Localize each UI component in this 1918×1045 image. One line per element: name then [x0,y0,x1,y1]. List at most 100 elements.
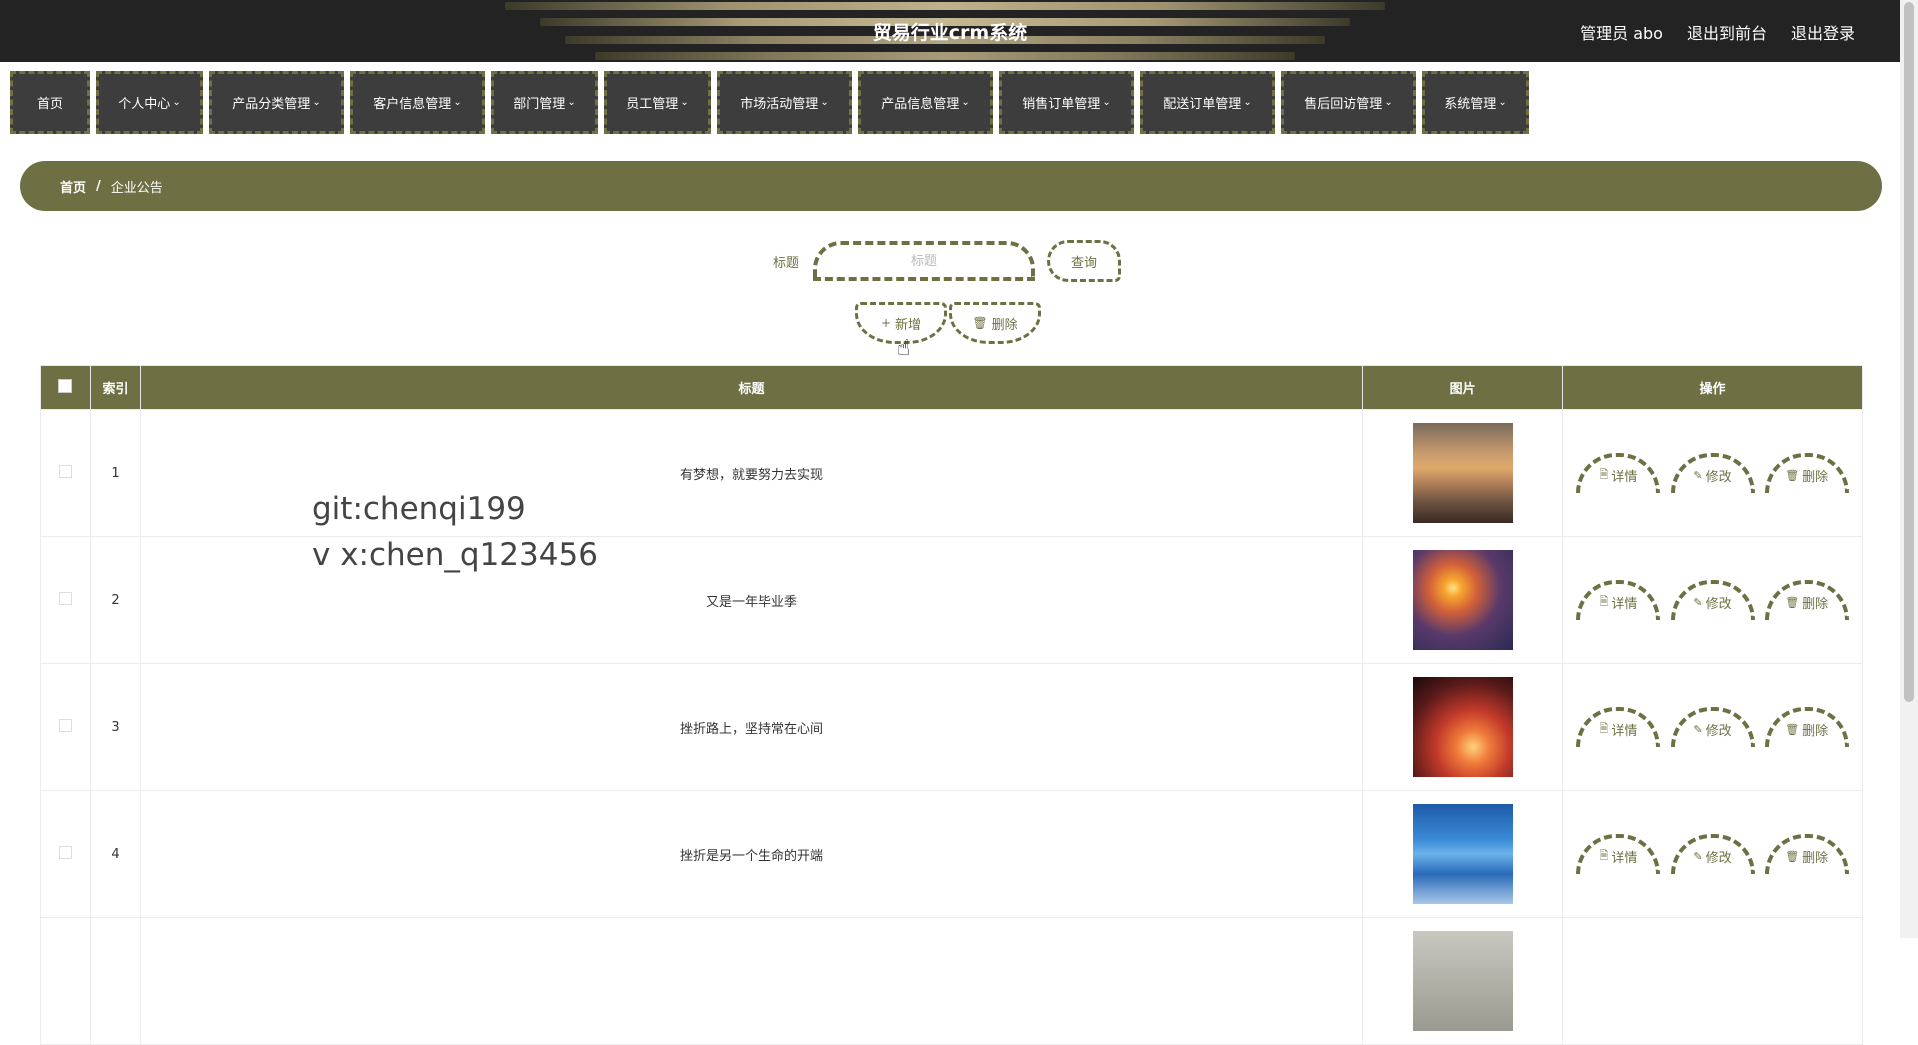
row-check-cell [40,536,91,664]
row-delete-button[interactable]: 🗑 删除 [1764,580,1849,620]
row-index: 2 [89,536,141,664]
pencil-icon: ✎ [1693,722,1703,736]
row-image[interactable] [1412,677,1513,777]
exit-to-front-link[interactable]: 退出到前台 [1687,20,1767,44]
top-header-bar: 贸易行业crm系统 管理员 abo 退出到前台 退出登录 [0,0,1900,62]
delete-button-label: 删除 [1802,723,1829,739]
chevron-down-icon: ⌄ [961,97,970,108]
breadcrumb-current: 企业公告 [110,180,163,196]
row-image-cell [1362,663,1564,791]
table-header-row: 索引 标题 图片 操作 [40,365,1863,410]
row-image[interactable] [1412,804,1513,904]
row-index: 3 [89,663,141,791]
nav-item-department[interactable]: 部门管理 ⌄ [491,71,598,134]
chevron-down-icon: ⌄ [312,97,321,108]
page-scrollbar[interactable] [1900,0,1918,938]
nav-item-personal-center[interactable]: 个人中心 ⌄ [96,71,203,134]
nav-item-label: 系统管理 [1444,97,1497,112]
detail-button[interactable]: 🗎 详情 [1576,453,1661,493]
row-delete-button[interactable]: 🗑 删除 [1764,707,1849,747]
row-checkbox[interactable] [58,718,72,732]
row-image[interactable] [1412,931,1513,1031]
row-checkbox[interactable] [58,464,72,478]
document-icon: 🗎 [1599,594,1609,608]
logout-link[interactable]: 退出登录 [1791,20,1855,44]
query-button[interactable]: 查询 [1047,240,1121,282]
table-row: 4 挫折是另一个生命的开端 🗎 详情 ✎ 修改 🗑 删除 [40,790,1863,918]
row-checkbox[interactable] [58,591,72,605]
breadcrumb-separator: / [96,178,101,194]
row-image-cell [1362,917,1564,1045]
nav-item-system[interactable]: 系统管理 ⌄ [1422,71,1529,134]
nav-item-sales-order[interactable]: 销售订单管理 ⌄ [999,71,1134,134]
nav-item-label: 产品分类管理 [232,97,311,112]
nav-item-customer-info[interactable]: 客户信息管理 ⌄ [350,71,485,134]
document-icon: 🗎 [1599,467,1609,481]
query-button-label: 查询 [1070,255,1097,271]
search-label: 标题 [773,256,800,271]
row-ops-cell: 🗎 详情 ✎ 修改 🗑 删除 [1562,663,1863,791]
trash-icon: 🗑 [1785,722,1800,736]
select-all-checkbox[interactable] [58,378,73,393]
row-title: 挫折是另一个生命的开端 [139,790,1364,918]
edit-button-label: 修改 [1705,596,1732,612]
breadcrumb-home[interactable]: 首页 [60,177,86,196]
row-checkbox[interactable] [58,845,72,859]
detail-button[interactable]: 🗎 详情 [1576,580,1661,620]
edit-button[interactable]: ✎ 修改 [1670,707,1755,747]
header-decor-stripe [505,2,1385,10]
table-row [40,917,1863,1045]
delete-button-label: 删除 [991,317,1018,333]
edit-button[interactable]: ✎ 修改 [1670,580,1755,620]
admin-user-label[interactable]: 管理员 abo [1580,20,1663,44]
row-ops-cell: 🗎 详情 ✎ 修改 🗑 删除 [1562,409,1863,537]
watermark-text: git:chenqi199 [312,491,526,527]
nav-item-label: 销售订单管理 [1022,97,1101,112]
nav-item-marketing-activity[interactable]: 市场活动管理 ⌄ [717,71,852,134]
chevron-down-icon: ⌄ [1243,97,1252,108]
row-check-cell [40,409,91,537]
edit-button[interactable]: ✎ 修改 [1670,453,1755,493]
row-delete-button[interactable]: 🗑 删除 [1764,453,1849,493]
row-check-cell [40,663,91,791]
edit-button[interactable]: ✎ 修改 [1670,834,1755,874]
detail-button[interactable]: 🗎 详情 [1576,834,1661,874]
row-title [139,917,1364,1045]
main-nav: 首页 个人中心 ⌄ 产品分类管理 ⌄ 客户信息管理 ⌄ 部门管理 ⌄ 员工管理 ⌄ 市场活… [10,71,1529,134]
row-delete-button[interactable]: 🗑 删除 [1764,834,1849,874]
announcement-table: 索引 标题 图片 操作 1 有梦想，就要努力去实现 🗎 详情 ✎ 修改 🗑 删除 2 … [40,365,1863,1045]
row-title: 挫折路上，坚持常在心间 [139,663,1364,791]
chevron-down-icon: ⌄ [172,97,181,108]
nav-item-label: 产品信息管理 [881,97,960,112]
title-search-input[interactable] [813,241,1035,281]
row-index [89,917,141,1045]
add-button-label: 新增 [895,317,922,333]
chevron-down-icon: ⌄ [1384,97,1393,108]
trash-icon: 🗑 [1785,468,1800,482]
row-image[interactable] [1412,550,1513,650]
detail-button-label: 详情 [1611,723,1638,739]
trash-icon: 🗑 [972,316,988,330]
header-title: 标题 [139,365,1364,410]
header-index: 索引 [89,365,141,410]
nav-item-after-sales[interactable]: 售后回访管理 ⌄ [1281,71,1416,134]
edit-button-label: 修改 [1705,850,1732,866]
nav-item-label: 市场活动管理 [740,97,819,112]
nav-item-home[interactable]: 首页 [10,71,90,134]
nav-item-label: 客户信息管理 [373,97,452,112]
chevron-down-icon: ⌄ [567,97,576,108]
batch-delete-button[interactable]: 🗑 删除 [949,302,1041,344]
nav-item-product-category[interactable]: 产品分类管理 ⌄ [209,71,344,134]
row-image[interactable] [1412,423,1513,523]
nav-item-product-info[interactable]: 产品信息管理 ⌄ [858,71,993,134]
hand-cursor-icon: ☝ [897,336,911,361]
nav-item-delivery-order[interactable]: 配送订单管理 ⌄ [1140,71,1275,134]
nav-item-employee[interactable]: 员工管理 ⌄ [604,71,711,134]
detail-button[interactable]: 🗎 详情 [1576,707,1661,747]
row-ops-cell [1562,917,1863,1045]
chevron-down-icon: ⌄ [820,97,829,108]
scrollbar-thumb[interactable] [1904,2,1914,702]
nav-item-label: 售后回访管理 [1304,97,1383,112]
plus-icon: + [880,316,892,330]
document-icon: 🗎 [1599,721,1609,735]
